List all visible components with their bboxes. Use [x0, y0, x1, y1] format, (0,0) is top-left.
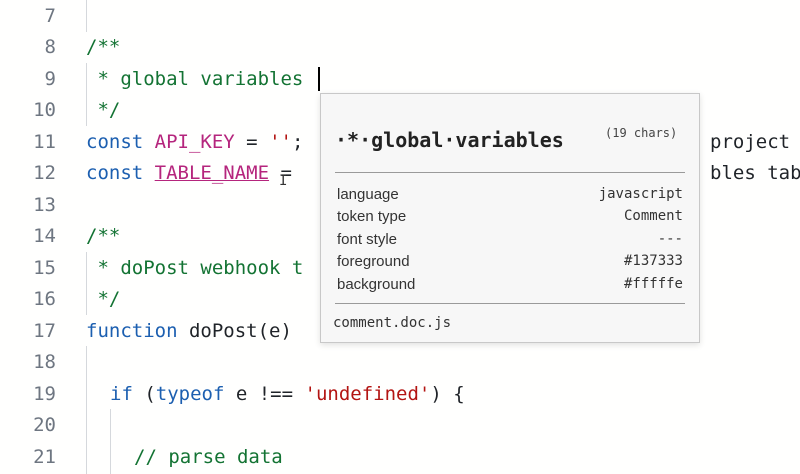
line-number: 12 [33, 162, 56, 184]
code-line-21[interactable]: // parse data [134, 441, 283, 473]
line-number: 10 [33, 99, 56, 121]
code-line-12[interactable]: const TABLE_NAME = [86, 157, 292, 189]
line-number: 18 [33, 351, 56, 373]
row-label-token-type: token type [337, 208, 407, 225]
constant-name: TABLE_NAME [154, 162, 270, 184]
scope-name: comment.doc.js [333, 315, 452, 331]
code-line-19[interactable]: if (typeof e !== 'undefined') { [110, 378, 465, 410]
row-value-foreground: #137333 [623, 253, 683, 269]
row-label-language: language [337, 186, 399, 203]
token-text: ·*·global·variables [335, 128, 564, 152]
keyword-const: const [86, 131, 144, 153]
constant-name: API_KEY [154, 131, 235, 153]
code-line-17[interactable]: function doPost(e) [86, 315, 292, 347]
ibeam-cursor-icon: I [279, 173, 288, 189]
keyword-if: if [110, 383, 133, 405]
code-line-15[interactable]: * doPost webhook t [86, 252, 303, 284]
text-cursor [318, 67, 320, 91]
token-inspector-popup: ·*·global·variables (19 chars) language … [320, 93, 700, 343]
keyword-typeof: typeof [155, 383, 225, 405]
line-number: 13 [33, 194, 56, 216]
indent-guide [86, 346, 87, 474]
line-number: 9 [44, 68, 56, 90]
line-number: 11 [33, 131, 56, 153]
code-line-9[interactable]: * global variables [86, 63, 303, 95]
line-number: 14 [33, 225, 56, 247]
code-line-8[interactable]: /** [86, 31, 120, 63]
semicolon: ; [291, 131, 304, 153]
line-number: 15 [33, 257, 56, 279]
indent-guide [86, 0, 87, 32]
code-line-11[interactable]: const API_KEY = ''; [86, 126, 303, 158]
operator: = [234, 131, 270, 153]
line-number: 21 [33, 446, 56, 468]
line-number: 16 [33, 288, 56, 310]
line-number: 8 [44, 36, 56, 58]
keyword-const: const [86, 162, 144, 184]
line-number: 20 [33, 414, 56, 436]
row-value-language: javascript [598, 186, 683, 202]
row-value-background: #fffffe [623, 276, 683, 292]
char-count: (19 chars) [605, 126, 678, 140]
keyword-function: function [86, 320, 178, 342]
paren: ( [132, 383, 156, 405]
row-value-font-style: --- [657, 231, 683, 247]
line-number: 17 [33, 320, 56, 342]
function-signature: doPost(e) [177, 320, 292, 342]
indent-guide [110, 409, 111, 474]
row-value-token-type: Comment [623, 208, 683, 224]
row-label-background: background [337, 276, 416, 293]
row-label-foreground: foreground [337, 253, 410, 270]
code-line-14[interactable]: /** [86, 220, 120, 252]
divider [335, 172, 685, 173]
brace: ) { [430, 383, 465, 405]
string-literal: 'undefined' [304, 383, 431, 405]
row-label-font-style: font style [337, 231, 398, 248]
line-number: 7 [44, 5, 56, 27]
expression: e !== [224, 383, 305, 405]
string-literal: '' [269, 131, 292, 153]
code-line-11-tail: project [710, 131, 791, 153]
code-line-10[interactable]: */ [86, 94, 120, 126]
code-line-12-tail: bles tab [710, 162, 800, 184]
line-number: 19 [33, 383, 56, 405]
code-line-16[interactable]: */ [86, 283, 120, 315]
divider [335, 303, 685, 304]
